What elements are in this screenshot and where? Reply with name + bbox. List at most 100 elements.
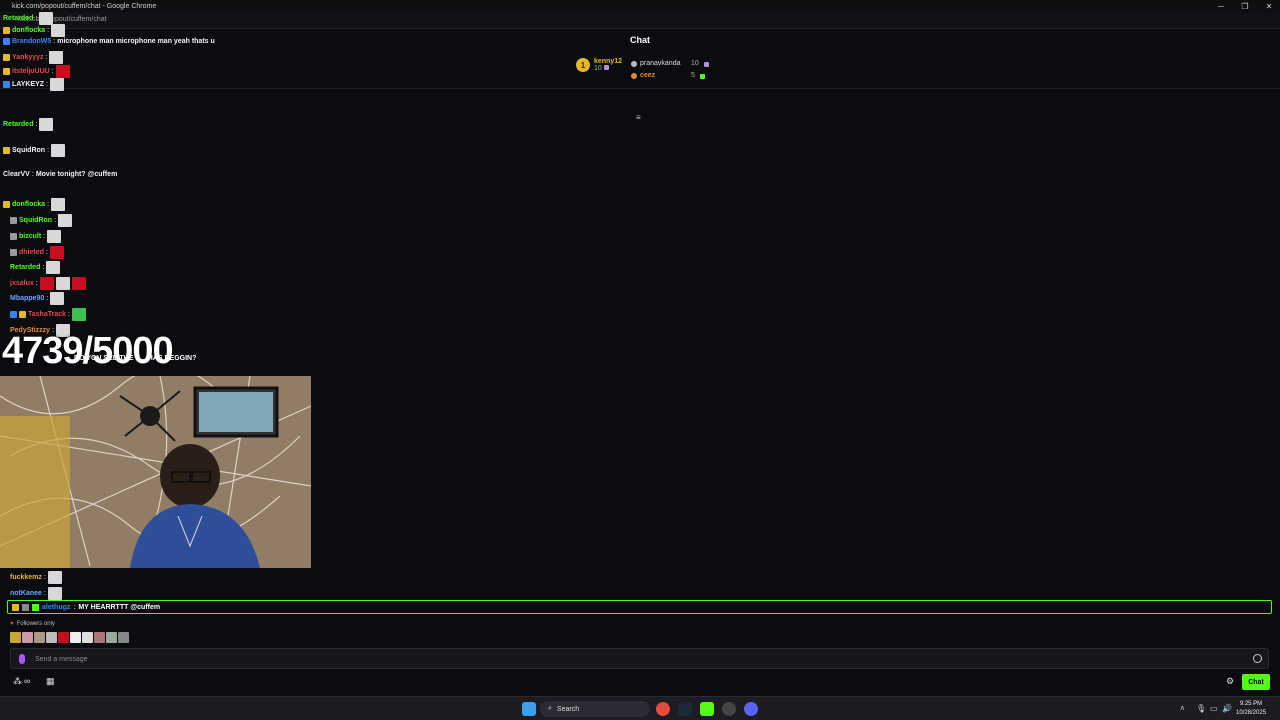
medal-icon: 1 <box>576 58 590 72</box>
gift-subs-icon[interactable]: ⁂ <box>13 676 22 687</box>
chat-text: microphone man microphone man yeah thats… <box>57 38 215 45</box>
recent-emotes[interactable] <box>10 632 129 643</box>
close-button[interactable]: ✕ <box>1258 0 1280 12</box>
mic-tray-icon[interactable]: 🎙 <box>1196 704 1206 713</box>
minimize-button[interactable]: ─ <box>1210 0 1232 12</box>
emote-icon[interactable] <box>106 632 117 643</box>
emote-icon[interactable] <box>118 632 129 643</box>
chat-message[interactable]: SquidRon: <box>3 144 66 157</box>
chat-username[interactable]: Mbappe90 <box>10 295 44 302</box>
colon: : <box>54 217 57 224</box>
emote-icon[interactable] <box>34 632 45 643</box>
steam-icon[interactable] <box>678 702 692 716</box>
chrome-icon[interactable] <box>656 702 670 716</box>
taskbar-clock[interactable]: 9:25 PM 10/28/2025 <box>1236 700 1266 718</box>
leaderboard-name: ceez <box>640 72 656 79</box>
badge-icon <box>10 217 17 224</box>
kick-icon[interactable] <box>700 702 714 716</box>
taskbar-search[interactable]: ⌕ Search <box>540 701 650 717</box>
chat-message[interactable]: notKanee: <box>10 587 62 600</box>
network-icon[interactable]: ▭ <box>1210 704 1218 713</box>
chat-message[interactable]: bizcult: <box>10 230 62 243</box>
chat-username[interactable]: ClearVV <box>3 171 30 178</box>
chat-message[interactable]: SquidRon: <box>10 214 73 227</box>
microphone-icon[interactable] <box>19 654 25 664</box>
badge-icon <box>10 233 17 240</box>
pinned-username[interactable]: alethugz <box>42 604 70 611</box>
chat-message[interactable]: donflocka: <box>3 198 66 211</box>
badge-icon <box>3 27 10 34</box>
leaderboard-name: pranavkanda <box>640 60 681 67</box>
chat-message[interactable]: LAYKEYZ: <box>3 78 64 91</box>
chat-message[interactable]: dhieted: <box>10 246 64 259</box>
chat-message[interactable]: TashaTrack: <box>10 308 86 321</box>
chat-message[interactable]: BrandonW5: microphone man microphone man … <box>3 38 215 45</box>
chat-message[interactable]: donflocka: <box>3 24 66 37</box>
store-icon[interactable]: ▦ <box>46 676 55 687</box>
badge-icon <box>10 249 17 256</box>
chat-message[interactable]: Yankyyyz: <box>3 51 64 64</box>
badge-icon <box>32 603 39 611</box>
emote-icon[interactable] <box>58 632 69 643</box>
badge-icon <box>12 603 19 611</box>
message-input[interactable] <box>35 652 1235 666</box>
emote-icon[interactable] <box>82 632 93 643</box>
emote-icon[interactable] <box>46 632 57 643</box>
chat-username[interactable]: SquidRon <box>19 217 52 224</box>
chat-username[interactable]: donflocka <box>12 27 45 34</box>
chat-message[interactable]: itsteljuUUU: <box>3 65 70 78</box>
chat-username[interactable]: fuckkemz <box>10 574 42 581</box>
chat-username[interactable]: dhieted <box>19 249 44 256</box>
volume-icon[interactable]: 🔊 <box>1222 704 1232 713</box>
chat-username[interactable]: jxsalux <box>10 280 34 287</box>
chat-message[interactable]: fuckkemz: <box>10 571 62 584</box>
emote-icon[interactable] <box>94 632 105 643</box>
chat-message[interactable]: Retarded: <box>10 261 61 274</box>
start-icon[interactable] <box>522 702 536 716</box>
send-chat-button[interactable]: Chat <box>1242 674 1270 690</box>
emote-icon[interactable] <box>22 632 33 643</box>
chat-message[interactable]: Mbappe90: <box>10 292 65 305</box>
chat-message[interactable]: Retarded: <box>3 118 54 131</box>
emote-icon <box>51 198 66 211</box>
chat-username[interactable]: Retarded <box>10 264 40 271</box>
followers-only-label: Followers only <box>16 621 55 627</box>
emote-icon[interactable] <box>70 632 81 643</box>
chat-username[interactable]: Yankyyyz <box>12 54 44 61</box>
settings-gear-icon[interactable]: ⚙ <box>1226 676 1234 687</box>
tray-chevron-icon[interactable]: ˄ <box>1180 704 1185 713</box>
chat-username[interactable]: donflocka <box>12 201 45 208</box>
filter-icon[interactable]: ≡ <box>636 113 641 122</box>
gift-icon <box>699 73 705 79</box>
maximize-button[interactable]: ❐ <box>1234 0 1256 12</box>
pinned-message[interactable]: alethugz: MY HEARRTTT @cuffem <box>7 600 1272 614</box>
chat-username[interactable]: BrandonW5 <box>12 38 51 45</box>
chat-username[interactable]: notKanee <box>10 590 42 597</box>
emoji-icon[interactable] <box>1253 654 1262 663</box>
chat-username[interactable]: SquidRon <box>12 147 45 154</box>
emote-icon <box>47 571 62 584</box>
colon: : <box>31 171 34 178</box>
colon: : <box>68 311 70 318</box>
chat-username[interactable]: itsteljuUUU <box>12 68 50 75</box>
clock-time: 9:25 PM <box>1239 701 1263 707</box>
leaderboard-rest[interactable]: pranavkanda 10 ceez 5 <box>631 58 709 82</box>
chat-username[interactable]: TashaTrack <box>28 311 66 318</box>
colon: : <box>46 81 48 88</box>
chat-username[interactable]: LAYKEYZ <box>12 81 44 88</box>
message-input-box[interactable] <box>10 648 1269 669</box>
chat-username[interactable]: bizcult <box>19 233 41 240</box>
infinity-icon[interactable]: ∞ <box>24 676 30 686</box>
leaderboard-first[interactable]: 1 kenny12 10 <box>576 58 622 72</box>
chat-message[interactable]: ClearVV: Movie tonight? @cuffem <box>3 171 117 178</box>
colon: : <box>43 590 46 597</box>
chat-username[interactable]: Retarded <box>3 15 33 22</box>
app-icon[interactable] <box>722 702 736 716</box>
pinned-text: MY HEARRTTT @cuffem <box>78 603 161 611</box>
emote-icon[interactable] <box>10 632 21 643</box>
chat-username[interactable]: Retarded <box>3 121 33 128</box>
discord-icon[interactable] <box>744 702 758 716</box>
badge-icon <box>3 38 10 45</box>
chat-message[interactable]: jxsalux: <box>10 277 86 290</box>
badge-icon <box>3 147 10 154</box>
